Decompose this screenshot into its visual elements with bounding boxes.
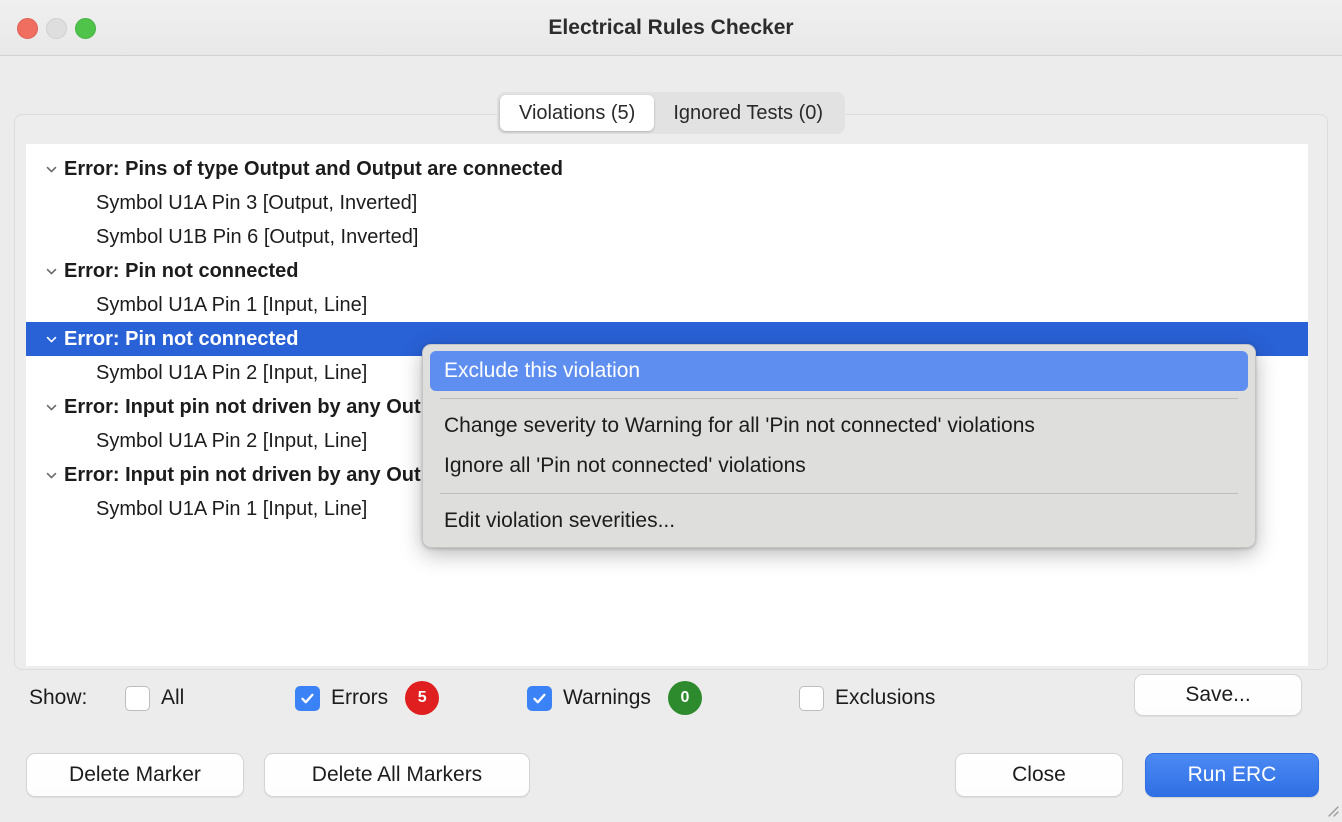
violation-item-label: Symbol U1A Pin 3 [Output, Inverted]: [96, 191, 418, 214]
menu-separator: [440, 493, 1238, 494]
violation-item-label: Symbol U1B Pin 6 [Output, Inverted]: [96, 225, 419, 248]
checkbox-errors[interactable]: [295, 685, 320, 711]
violation-item-label: Symbol U1A Pin 2 [Input, Line]: [96, 429, 368, 452]
chevron-down-icon[interactable]: [38, 162, 64, 177]
checkbox-exclusions[interactable]: [799, 685, 824, 711]
violation-group-label: Error: Pins of type Output and Output ar…: [64, 157, 563, 180]
list-scrollbar[interactable]: [1297, 144, 1307, 666]
delete-marker-button[interactable]: Delete Marker: [26, 753, 244, 797]
errors-count-badge: 5: [405, 681, 440, 715]
menu-item-change-severity-to-warning[interactable]: Change severity to Warning for all 'Pin …: [430, 406, 1248, 446]
filter-all-label: All: [161, 686, 185, 709]
warnings-count-badge: 0: [667, 681, 702, 715]
filter-exclusions[interactable]: Exclusions: [799, 685, 936, 711]
chevron-down-icon[interactable]: [38, 400, 64, 415]
tab-bar: Violations (5) Ignored Tests (0): [496, 92, 846, 134]
violation-group-row[interactable]: Error: Pins of type Output and Output ar…: [26, 152, 1308, 186]
show-label: Show:: [29, 686, 88, 709]
resize-grip[interactable]: [1325, 803, 1339, 817]
violation-group-label: Error: Pin not connected: [64, 259, 299, 282]
filter-warnings[interactable]: Warnings 0: [527, 681, 702, 715]
chevron-down-icon[interactable]: [38, 468, 64, 483]
violation-context-menu: Exclude this violation Change severity t…: [422, 344, 1256, 548]
window-title: Electrical Rules Checker: [548, 16, 794, 39]
dialog-button-bar: Delete Marker Delete All Markers Close R…: [0, 753, 1342, 803]
filter-errors[interactable]: Errors 5: [295, 681, 440, 715]
close-button[interactable]: Close: [955, 753, 1123, 797]
run-erc-button[interactable]: Run ERC: [1145, 753, 1319, 797]
filter-exclusions-label: Exclusions: [835, 686, 936, 709]
violation-group-row[interactable]: Error: Pin not connected: [26, 254, 1308, 288]
checkbox-all[interactable]: [125, 685, 150, 711]
menu-item-ignore-all-violations[interactable]: Ignore all 'Pin not connected' violation…: [430, 446, 1248, 486]
title-bar: Electrical Rules Checker: [0, 0, 1342, 56]
tab-ignored-tests[interactable]: Ignored Tests (0): [654, 95, 842, 131]
chevron-down-icon[interactable]: [38, 264, 64, 279]
violation-group-label: Error: Pin not connected: [64, 327, 299, 350]
filter-errors-label: Errors: [331, 686, 389, 709]
checkbox-warnings[interactable]: [527, 685, 552, 711]
violation-item-label: Symbol U1A Pin 1 [Input, Line]: [96, 497, 368, 520]
menu-separator: [440, 398, 1238, 399]
filter-all[interactable]: All: [125, 685, 185, 711]
violation-item-row[interactable]: Symbol U1A Pin 1 [Input, Line]: [26, 288, 1308, 322]
menu-item-edit-violation-severities[interactable]: Edit violation severities...: [430, 501, 1248, 541]
violation-item-row[interactable]: Symbol U1B Pin 6 [Output, Inverted]: [26, 220, 1308, 254]
delete-all-markers-button[interactable]: Delete All Markers: [264, 753, 530, 797]
violation-item-label: Symbol U1A Pin 2 [Input, Line]: [96, 361, 368, 384]
menu-item-exclude-this-violation[interactable]: Exclude this violation: [430, 351, 1248, 391]
violation-item-row[interactable]: Symbol U1A Pin 3 [Output, Inverted]: [26, 186, 1308, 220]
tab-violations[interactable]: Violations (5): [499, 95, 655, 131]
chevron-down-icon[interactable]: [38, 332, 64, 347]
erc-dialog-window: Electrical Rules Checker Violations (5) …: [0, 0, 1342, 820]
violation-item-label: Symbol U1A Pin 1 [Input, Line]: [96, 293, 368, 316]
save-button[interactable]: Save...: [1134, 674, 1302, 716]
filter-warnings-label: Warnings: [563, 686, 651, 709]
